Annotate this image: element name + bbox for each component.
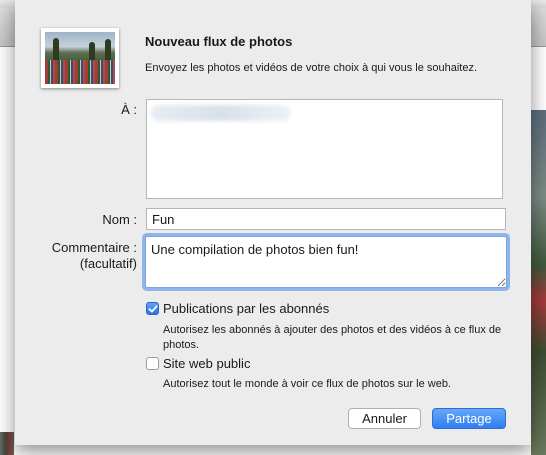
photo-stream-thumbnail xyxy=(41,28,119,88)
name-field[interactable] xyxy=(146,208,506,230)
background-photo-thumbnail xyxy=(0,432,14,455)
checkmark-icon xyxy=(148,305,158,313)
dialog-subtitle: Envoyez les photos et vidéos de votre ch… xyxy=(145,62,478,74)
cancel-button[interactable]: Annuler xyxy=(348,408,421,429)
comment-optional-label: (facultatif) xyxy=(79,256,137,271)
comment-field[interactable]: Une compilation de photos bien fun! xyxy=(145,236,507,288)
name-label: Nom : xyxy=(102,212,137,227)
subscriber-posts-checkbox[interactable] xyxy=(146,302,159,315)
dialog-title: Nouveau flux de photos xyxy=(145,34,293,49)
public-website-label[interactable]: Site web public xyxy=(163,356,250,371)
share-button[interactable]: Partage xyxy=(432,408,506,429)
to-label: À : xyxy=(121,102,137,117)
recipient-token xyxy=(151,105,291,121)
background-photo-thumbnail xyxy=(531,110,546,455)
comment-label: Commentaire : xyxy=(51,240,137,255)
recipients-field[interactable] xyxy=(146,99,503,199)
subscriber-posts-description: Autorisez les abonnés à ajouter des phot… xyxy=(163,324,502,351)
public-website-checkbox[interactable] xyxy=(146,357,159,370)
new-photo-stream-sheet: Nouveau flux de photos Envoyez les photo… xyxy=(15,0,531,445)
public-website-description: Autorisez tout le monde à voir ce flux d… xyxy=(163,378,451,390)
subscriber-posts-label[interactable]: Publications par les abonnés xyxy=(163,301,329,316)
